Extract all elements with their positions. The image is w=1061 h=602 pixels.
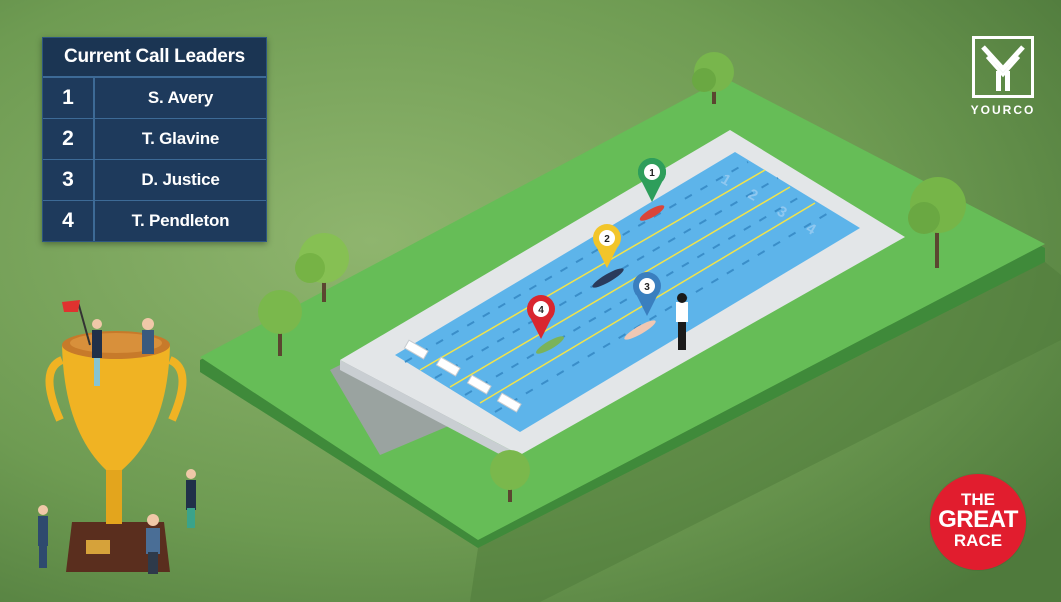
badge-line-2: GREAT: [938, 506, 1018, 533]
leaderboard-rank: 2: [43, 119, 95, 159]
great-race-badge: THE GREAT RACE: [930, 474, 1026, 570]
marker-4-label: 4: [538, 305, 544, 316]
badge-line-3: RACE: [953, 531, 1003, 550]
leaderboard-name: T. Glavine: [141, 129, 220, 148]
marker-2-label: 2: [604, 234, 610, 245]
leaderboard-rank: 4: [43, 201, 95, 241]
leaderboard-row: 1 S. Avery: [43, 77, 266, 118]
leaderboard-rank: 1: [43, 78, 95, 118]
person-bottom: [146, 514, 160, 574]
logo-mark: [972, 36, 1034, 98]
logo-y-icon: [981, 45, 1025, 91]
leaderboard-title: Current Call Leaders: [43, 38, 266, 77]
person-sitting: [142, 318, 154, 354]
leaderboard-row: 4 T. Pendleton: [43, 200, 266, 241]
leaderboard-name: D. Justice: [141, 170, 220, 189]
marker-1-label: 1: [649, 168, 655, 179]
leaderboard-row: 3 D. Justice: [43, 159, 266, 200]
leaderboard-name: T. Pendleton: [131, 211, 230, 230]
leaderboard-rank: 3: [43, 160, 95, 200]
leaderboard-row: 2 T. Glavine: [43, 118, 266, 159]
badge-line-1: THE: [961, 490, 995, 509]
leaderboard-panel: Current Call Leaders 1 S. Avery 2 T. Gla…: [42, 37, 267, 242]
company-logo: YOURCO: [966, 36, 1040, 117]
marker-3-label: 3: [644, 282, 650, 293]
logo-text: YOURCO: [970, 103, 1036, 117]
leaderboard-name: S. Avery: [147, 88, 214, 107]
